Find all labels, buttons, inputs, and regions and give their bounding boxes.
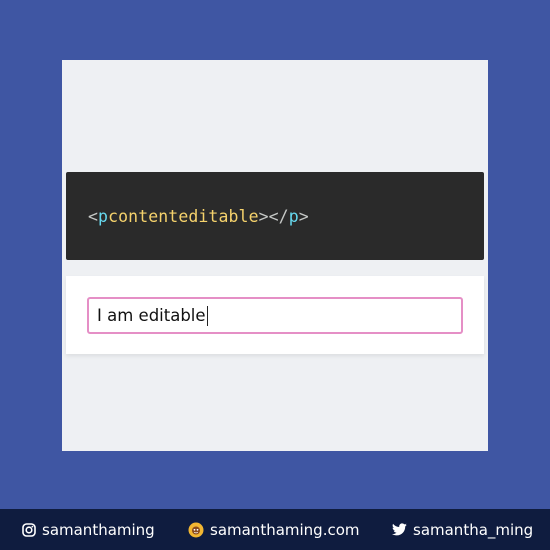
footer-twitter[interactable]: samantha_ming <box>392 509 533 550</box>
editable-text: I am editable <box>97 306 206 325</box>
footer-website[interactable]: samanthaming.com <box>188 509 360 550</box>
twitter-icon <box>392 523 407 536</box>
website-logo-icon <box>188 522 204 538</box>
code-tag-open: p <box>98 206 109 226</box>
code-end-bracket: > <box>298 206 309 226</box>
demo-panel: I am editable <box>66 276 484 354</box>
code-attribute: contenteditable <box>108 206 259 226</box>
slide: < p contenteditable ></p > I am editable sa… <box>0 0 550 550</box>
footer-bar: samanthaming samanthaming.com samantha_m… <box>0 509 550 550</box>
instagram-handle: samanthaming <box>42 520 155 539</box>
code-close-open: ></ <box>258 206 289 226</box>
code-snippet: < p contenteditable ></p > <box>66 172 484 260</box>
footer-instagram[interactable]: samanthaming <box>22 509 155 550</box>
instagram-icon <box>22 522 36 537</box>
twitter-handle: samantha_ming <box>413 520 534 539</box>
editable-paragraph[interactable]: I am editable <box>87 297 463 334</box>
code-open-bracket: < <box>88 206 99 226</box>
website-url: samanthaming.com <box>210 520 360 539</box>
text-caret <box>206 305 208 326</box>
code-tag-close: p <box>288 206 299 226</box>
